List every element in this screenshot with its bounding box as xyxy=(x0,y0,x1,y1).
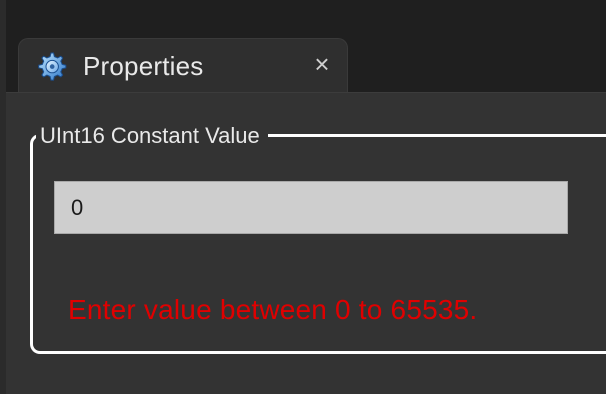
close-icon[interactable]: × xyxy=(307,49,337,79)
panel-bottom xyxy=(6,356,606,394)
tab-properties[interactable]: Properties × xyxy=(18,38,348,92)
constant-value-input[interactable] xyxy=(54,181,568,234)
groupbox-title: UInt16 Constant Value xyxy=(36,123,268,149)
properties-gear-icon xyxy=(35,49,67,81)
properties-window: Properties × UInt16 Constant Value Enter… xyxy=(0,0,606,394)
tab-title: Properties xyxy=(83,51,204,81)
validation-error-text: Enter value between 0 to 65535. xyxy=(68,294,478,325)
